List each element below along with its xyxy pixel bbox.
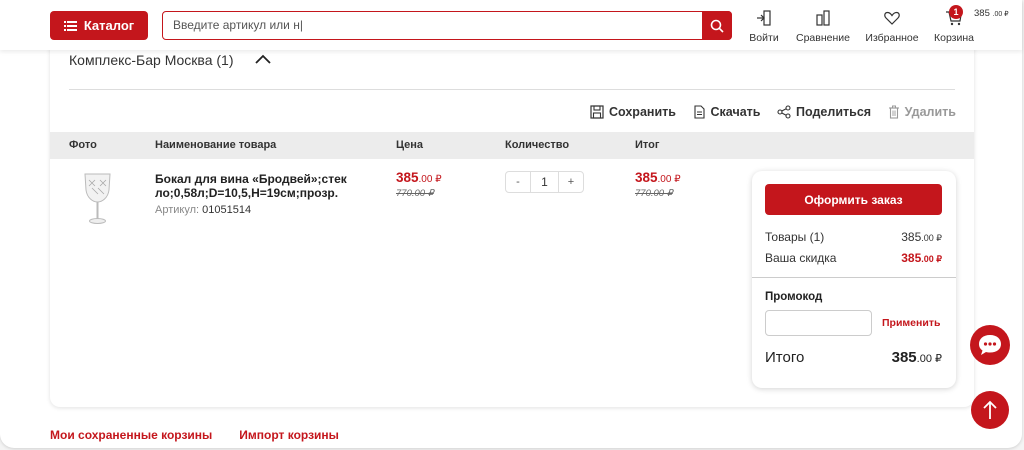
goods-amount: 385.00 ₽ [901, 230, 942, 244]
grand-total-cents: .00 ₽ [916, 353, 942, 365]
cart-actions: Сохранить Скачать Поделиться Удалить [590, 104, 956, 120]
download-button[interactable]: Скачать [693, 104, 761, 120]
search-box [162, 11, 732, 40]
col-name: Наименование товара [155, 139, 277, 151]
grand-total-amount: 385.00 ₽ [892, 349, 942, 366]
compare-label: Сравнение [796, 32, 850, 44]
catalog-label: Каталог [83, 18, 135, 33]
row-total-cents: .00 ₽ [657, 174, 681, 185]
delete-button[interactable]: Удалить [888, 104, 956, 120]
menu-icon [63, 20, 77, 31]
site-header: Каталог Войти Сравнение Избранное [0, 0, 1022, 50]
delete-label: Удалить [904, 105, 956, 119]
save-icon [590, 105, 604, 119]
product-old-price: 770.00 ₽ [396, 188, 434, 199]
cart-total: 385 .00 ₽ [974, 8, 1009, 19]
save-button[interactable]: Сохранить [590, 104, 676, 120]
sku-value: 01051514 [202, 204, 252, 216]
quantity-stepper: - 1 + [505, 171, 584, 193]
footer-links: Мои сохраненные корзины Импорт корзины [50, 428, 339, 442]
discount-cents: .00 ₽ [921, 254, 942, 264]
cart-label: Корзина [934, 32, 974, 44]
goods-value: 385 [901, 230, 922, 244]
col-price: Цена [396, 139, 424, 151]
product-name[interactable]: Бокал для вина «Бродвей»;стек ло;0,58л;D… [155, 172, 375, 200]
catalog-button[interactable]: Каталог [50, 11, 148, 40]
goods-cents: .00 ₽ [921, 233, 942, 243]
share-icon [777, 105, 791, 119]
table-header: Фото Наименование товара Цена Количество… [50, 132, 974, 159]
col-photo: Фото [69, 139, 97, 151]
chat-icon [979, 335, 1001, 355]
checkout-button[interactable]: Оформить заказ [765, 184, 942, 215]
price-value: 385 [396, 170, 419, 185]
product-price: 385.00 ₽ [396, 170, 442, 185]
product-image[interactable] [80, 172, 115, 227]
save-label: Сохранить [609, 105, 676, 119]
page: Каталог Войти Сравнение Избранное [0, 0, 1022, 448]
row-old-total: 770.00 ₽ [635, 188, 673, 199]
goods-label: Товары (1) [765, 230, 825, 244]
apply-promo-button[interactable]: Применить [882, 317, 940, 329]
order-summary: Оформить заказ Товары (1) 385.00 ₽ Ваша … [752, 171, 956, 388]
download-label: Скачать [710, 105, 761, 119]
grand-total-label: Итого [765, 349, 805, 366]
discount-value: 385 [901, 251, 922, 265]
discount-label: Ваша скидка [765, 251, 837, 265]
group-title: Комплекс-Бар Москва (1) [69, 52, 234, 68]
search-button[interactable] [702, 11, 732, 40]
cart-link[interactable]: 1 Корзина [932, 5, 976, 44]
increase-button[interactable]: + [559, 172, 583, 192]
chat-button[interactable] [970, 325, 1010, 365]
compare-icon [816, 10, 830, 26]
row-total: 385.00 ₽ [635, 170, 681, 185]
favorites-label: Избранное [865, 32, 919, 44]
login-label: Войти [749, 32, 779, 44]
promo-label: Промокод [765, 291, 823, 303]
saved-carts-link[interactable]: Мои сохраненные корзины [50, 428, 212, 442]
row-total-value: 385 [635, 170, 658, 185]
decrease-button[interactable]: - [506, 172, 530, 192]
grand-total-row: Итого 385.00 ₽ [765, 349, 942, 366]
divider [69, 89, 955, 90]
search-icon [710, 19, 724, 33]
download-file-icon [693, 105, 705, 119]
discount-amount: 385.00 ₽ [901, 251, 942, 265]
summary-divider [752, 277, 956, 278]
search-input[interactable] [173, 18, 693, 32]
col-qty: Количество [505, 139, 570, 151]
cart-total-value: 385 [974, 8, 990, 19]
compare-link[interactable]: Сравнение [795, 8, 851, 44]
scroll-to-top-button[interactable] [971, 391, 1009, 429]
import-cart-link[interactable]: Импорт корзины [239, 428, 339, 442]
col-total: Итог [635, 139, 660, 151]
price-cents: .00 ₽ [418, 174, 442, 185]
product-sku: Артикул: 01051514 [155, 204, 251, 216]
promo-code-input[interactable] [765, 310, 872, 336]
grand-total-value: 385 [891, 349, 917, 366]
cart-count-badge: 1 [949, 5, 963, 19]
heart-icon [884, 11, 900, 25]
share-label: Поделиться [796, 105, 872, 119]
discount-row: Ваша скидка 385.00 ₽ [765, 251, 942, 265]
arrow-up-icon [983, 400, 997, 419]
sku-label: Артикул: [155, 204, 200, 216]
goods-row: Товары (1) 385.00 ₽ [765, 230, 942, 244]
share-button[interactable]: Поделиться [777, 104, 871, 120]
favorites-link[interactable]: Избранное [864, 8, 920, 44]
trash-icon [888, 105, 899, 119]
chevron-up-icon[interactable] [255, 54, 271, 64]
cart-total-cents: .00 ₽ [992, 11, 1009, 18]
login-link[interactable]: Войти [748, 8, 780, 44]
quantity-value[interactable]: 1 [530, 172, 559, 192]
login-icon [757, 10, 771, 26]
